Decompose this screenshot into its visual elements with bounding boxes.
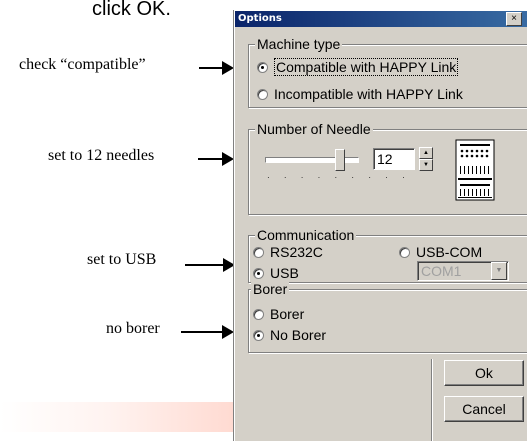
needle-group: Number of Needle · · · · · · · · · 12 ▲ … <box>248 121 527 215</box>
radio-usb-dot[interactable] <box>253 267 264 279</box>
close-icon[interactable]: × <box>506 12 522 26</box>
radio-compatible-label[interactable]: Compatible with HAPPY Link <box>274 58 459 76</box>
annotation-usb: set to USB <box>87 251 157 268</box>
radio-no-borer[interactable]: No Borer <box>253 327 326 343</box>
borer-group: Borer Borer No Borer <box>248 281 527 353</box>
needle-count-field[interactable]: 12 <box>373 148 415 170</box>
radio-borer-dot[interactable] <box>253 308 264 320</box>
needle-slider-ticks: · · · · · · · · · <box>267 173 411 182</box>
chevron-down-icon[interactable]: ▼ <box>491 262 507 280</box>
annotation-compatible: check “compatible” <box>19 56 146 73</box>
needle-label: Number of Needle <box>255 121 373 137</box>
radio-incompatible-label[interactable]: Incompatible with HAPPY Link <box>274 86 463 102</box>
button-separator <box>431 359 433 441</box>
needle-slider-thumb[interactable] <box>335 149 345 171</box>
options-dialog: Options × Machine type Compatible with H… <box>234 10 527 441</box>
radio-usb-com-label[interactable]: USB-COM <box>416 244 482 260</box>
radio-incompatible-dot[interactable] <box>257 88 268 100</box>
dialog-titlebar[interactable]: Options × <box>235 11 527 27</box>
machine-type-group: Machine type Compatible with HAPPY Link … <box>248 36 527 108</box>
annotation-needles: set to 12 needles <box>48 147 155 164</box>
radio-no-borer-label[interactable]: No Borer <box>270 327 326 343</box>
radio-compatible[interactable]: Compatible with HAPPY Link <box>257 58 459 76</box>
intro-text: click OK. <box>92 0 171 20</box>
radio-usb-label[interactable]: USB <box>270 265 299 281</box>
arrow-borer <box>181 325 234 339</box>
radio-compatible-dot[interactable] <box>257 61 268 73</box>
ok-button[interactable]: Ok <box>444 360 524 386</box>
borer-label: Borer <box>251 281 290 297</box>
radio-rs232c[interactable]: RS232C <box>253 244 323 260</box>
communication-group: Communication RS232C USB-COM USB COM1 ▼ <box>248 227 527 283</box>
radio-incompatible[interactable]: Incompatible with HAPPY Link <box>257 86 463 102</box>
background-gradient <box>0 402 240 432</box>
radio-usb-com[interactable]: USB-COM <box>399 244 482 260</box>
communication-label: Communication <box>255 227 357 243</box>
dialog-title: Options <box>238 13 282 24</box>
radio-borer-label[interactable]: Borer <box>270 306 304 322</box>
cancel-button[interactable]: Cancel <box>444 396 524 422</box>
radio-borer[interactable]: Borer <box>253 306 304 322</box>
spin-up-button[interactable]: ▲ <box>419 147 433 159</box>
needle-diagram-icon <box>455 139 495 201</box>
annotation-borer: no borer <box>106 320 160 337</box>
arrow-compatible <box>199 61 234 75</box>
spin-down-button[interactable]: ▼ <box>419 159 433 171</box>
radio-no-borer-dot[interactable] <box>253 329 264 341</box>
machine-type-label: Machine type <box>255 36 343 52</box>
radio-usb[interactable]: USB <box>253 265 299 281</box>
radio-usb-com-dot[interactable] <box>399 246 410 258</box>
radio-rs232c-dot[interactable] <box>253 246 264 258</box>
radio-rs232c-label[interactable]: RS232C <box>270 244 323 260</box>
arrow-usb <box>185 258 235 272</box>
arrow-needles <box>198 152 234 166</box>
